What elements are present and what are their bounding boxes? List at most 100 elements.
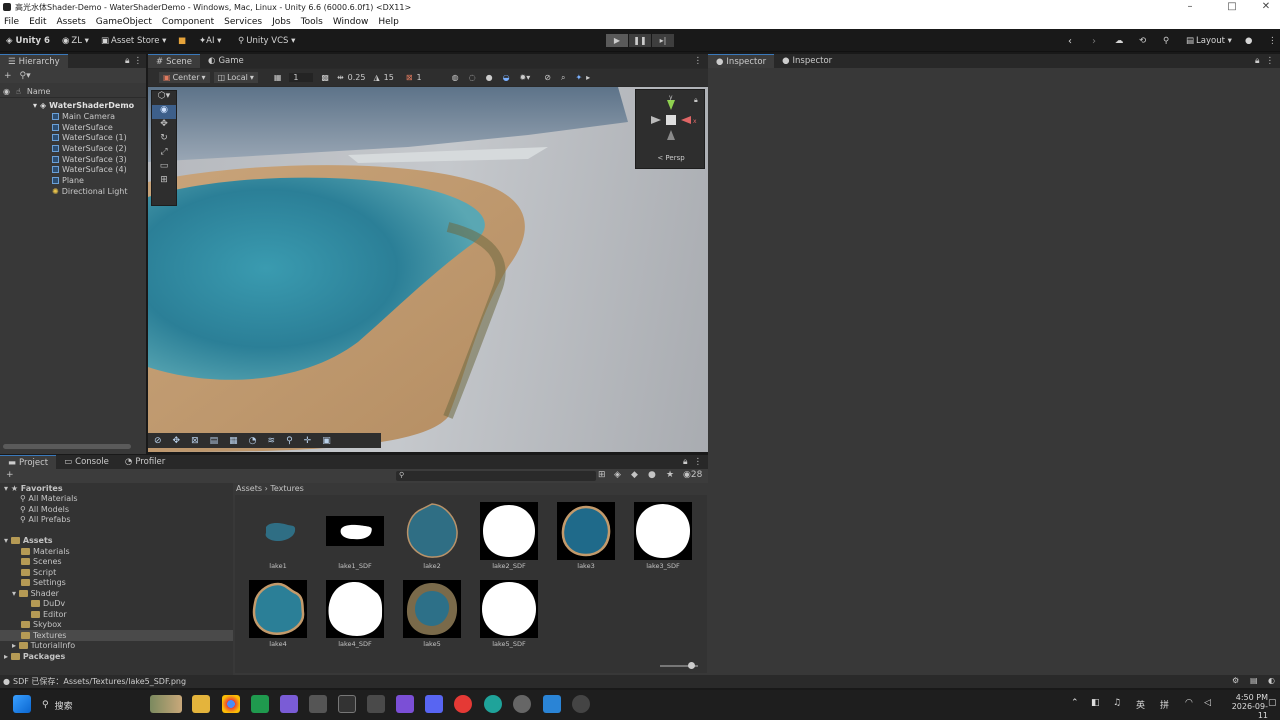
folder-dudv[interactable]: DuDv	[31, 599, 65, 610]
folder-scenes[interactable]: Scenes	[21, 557, 62, 568]
play-button[interactable]: ▶	[606, 34, 628, 47]
file-explorer-icon[interactable]	[192, 695, 210, 713]
vcs-dropdown[interactable]: ⚲ Unity VCS ▾	[238, 34, 295, 48]
packages-root[interactable]: ▸ Packages	[4, 651, 65, 662]
search-by-type-icon[interactable]: ⊞	[598, 470, 606, 480]
tray-app-icon[interactable]: ◧	[1091, 698, 1100, 708]
lock-icon[interactable]: 🔒︎	[125, 56, 130, 66]
folder-script[interactable]: Script	[21, 567, 56, 578]
terrain-icon[interactable]: ≋	[268, 436, 276, 446]
pickable-icon[interactable]: ☝	[16, 87, 21, 96]
lock-icon[interactable]: 🔒︎	[1255, 56, 1260, 66]
pivot-dropdown[interactable]: ▣ Center ▾	[159, 72, 210, 83]
align-icon[interactable]: ▤	[210, 436, 219, 446]
asset-lake5[interactable]: lake5	[397, 579, 467, 648]
ime-mode[interactable]: 拼	[1160, 698, 1169, 711]
panel-menu-icon[interactable]: ⋮	[694, 56, 703, 66]
rect-tool-icon[interactable]: ▭	[152, 161, 176, 175]
menu-window[interactable]: Window	[333, 17, 369, 27]
folder-shader[interactable]: ▾ Shader	[12, 588, 59, 599]
grid-toggle-icon[interactable]: ▦	[229, 436, 238, 446]
pan-icon[interactable]: ✥	[173, 436, 181, 446]
hidden-objects-icon[interactable]: ⊘	[544, 73, 551, 82]
microphone-icon[interactable]: ♫	[1113, 698, 1121, 708]
cloud-services-icon[interactable]: ☁	[1115, 34, 1124, 48]
move-tool-icon[interactable]: ✥	[152, 119, 176, 133]
chatgpt-icon[interactable]	[513, 695, 531, 713]
gizmo-lock-icon[interactable]: 🔒︎	[694, 96, 698, 105]
menu-file[interactable]: File	[4, 17, 19, 27]
grid-count-field[interactable]: 1	[289, 73, 314, 82]
rotate-tool-icon[interactable]: ↻	[152, 133, 176, 147]
thumbnail-size-slider[interactable]	[660, 662, 698, 669]
tab-scene[interactable]: # Scene	[148, 54, 201, 68]
folder-textures[interactable]: Textures	[0, 630, 233, 641]
menu-services[interactable]: Services	[224, 17, 262, 27]
chrome-icon[interactable]	[222, 695, 240, 713]
menu-assets[interactable]: Assets	[57, 17, 86, 27]
wifi-icon[interactable]: ◠	[1185, 698, 1193, 708]
tab-game[interactable]: ◐ Game	[200, 54, 252, 68]
perspective-label[interactable]: < Persp	[636, 154, 706, 162]
tab-hierarchy[interactable]: ☰ Hierarchy	[0, 54, 68, 68]
close-button[interactable]: ✕	[1248, 0, 1280, 14]
zoom-icon[interactable]: ⚲	[286, 436, 293, 446]
folder-settings[interactable]: Settings	[21, 578, 66, 589]
info-filter-icon[interactable]: ●	[648, 470, 656, 480]
hierarchy-item-watersuface-2[interactable]: WaterSuface (2)	[0, 143, 146, 154]
filter-label-icon[interactable]: ◈	[614, 470, 621, 480]
lighting-status-icon[interactable]: ◐	[1268, 676, 1275, 685]
netease-music-icon[interactable]	[454, 695, 472, 713]
hierarchy-item-watersuface-4[interactable]: WaterSuface (4)	[0, 165, 146, 176]
visual-studio-icon[interactable]	[396, 695, 414, 713]
assets-root[interactable]: ▾ Assets	[4, 535, 53, 546]
rotate-snap-icon[interactable]: ◮	[373, 73, 379, 82]
asset-lake1-sdf[interactable]: lake1_SDF	[320, 501, 390, 570]
favorites-header[interactable]: ▾ ★ Favorites	[4, 483, 63, 494]
move-icon[interactable]: ✛	[304, 436, 312, 446]
space-dropdown[interactable]: ◫ Local ▾	[213, 72, 258, 83]
spreadsheet-icon[interactable]	[251, 695, 269, 713]
taskbar-search[interactable]: ⚲ 搜索	[42, 697, 73, 713]
shading-icon[interactable]: ◔	[249, 436, 257, 446]
snap-value-field[interactable]: 0.25	[348, 73, 366, 82]
draw-mode-icon[interactable]: ◍	[452, 73, 459, 82]
scene-visibility-icon[interactable]: ✹▾	[520, 73, 531, 82]
hierarchy-item-watersuface-1[interactable]: WaterSuface (1)	[0, 133, 146, 144]
view-tool-icon[interactable]: ◉	[152, 105, 176, 119]
scene-gizmo[interactable]: y x 🔒︎ < Persp	[635, 89, 705, 169]
more-icon[interactable]: ▸	[586, 73, 590, 82]
search-icon[interactable]: ⚲	[1163, 34, 1169, 48]
favorite-all-materials[interactable]: ⚲ All Materials	[20, 494, 78, 505]
asset-lake5-sdf[interactable]: lake5_SDF	[474, 579, 544, 648]
widget-news-icon[interactable]	[150, 695, 182, 713]
tray-chevron-icon[interactable]: ⌃	[1071, 698, 1079, 708]
tab-inspector-1[interactable]: ● Inspector	[708, 54, 775, 68]
scale-snap-field[interactable]: 1	[417, 73, 422, 82]
tab-inspector-2[interactable]: ● Inspector	[774, 54, 840, 68]
notification-icon[interactable]: ▢	[1268, 698, 1277, 708]
hex-app-icon[interactable]	[309, 695, 327, 713]
visibility-icon[interactable]: ◉	[3, 87, 10, 96]
app-icon[interactable]	[280, 695, 298, 713]
asset-lake4-sdf[interactable]: lake4_SDF	[320, 579, 390, 648]
recorder-icon[interactable]	[572, 695, 590, 713]
ime-lang[interactable]: 英	[1136, 698, 1145, 711]
favorite-all-prefabs[interactable]: ⚲ All Prefabs	[20, 515, 71, 526]
package-icon[interactable]: ■	[178, 34, 186, 48]
folder-skybox[interactable]: Skybox	[21, 620, 62, 631]
orbit-icon[interactable]: ⊘	[154, 436, 162, 446]
vscode-icon[interactable]	[543, 695, 561, 713]
folder-materials[interactable]: Materials	[21, 546, 70, 557]
scene-viewport[interactable]: ⬡▾ ◉ ✥ ↻ ⤢ ▭ ⊞ y x 🔒︎ < Persp ⊘ ✥ ⊠ ▤ ▦ ◔ ≋ ⚲ ✛ ▣	[148, 87, 708, 452]
tab-console[interactable]: ▭ Console	[56, 455, 117, 469]
forward-icon[interactable]: ›	[1092, 34, 1096, 48]
clock[interactable]: 4:50 PM 2026-09-11	[1226, 693, 1268, 720]
windows-start-icon[interactable]	[13, 695, 31, 713]
panel-menu-icon[interactable]: ⋮	[134, 56, 143, 66]
account-dropdown[interactable]: ◉ ZL ▾	[62, 34, 89, 48]
menu-help[interactable]: Help	[378, 17, 399, 27]
favorite-all-models[interactable]: ⚲ All Models	[20, 504, 69, 515]
menu-edit[interactable]: Edit	[29, 17, 46, 27]
snap-icon[interactable]: ▩	[321, 73, 329, 82]
